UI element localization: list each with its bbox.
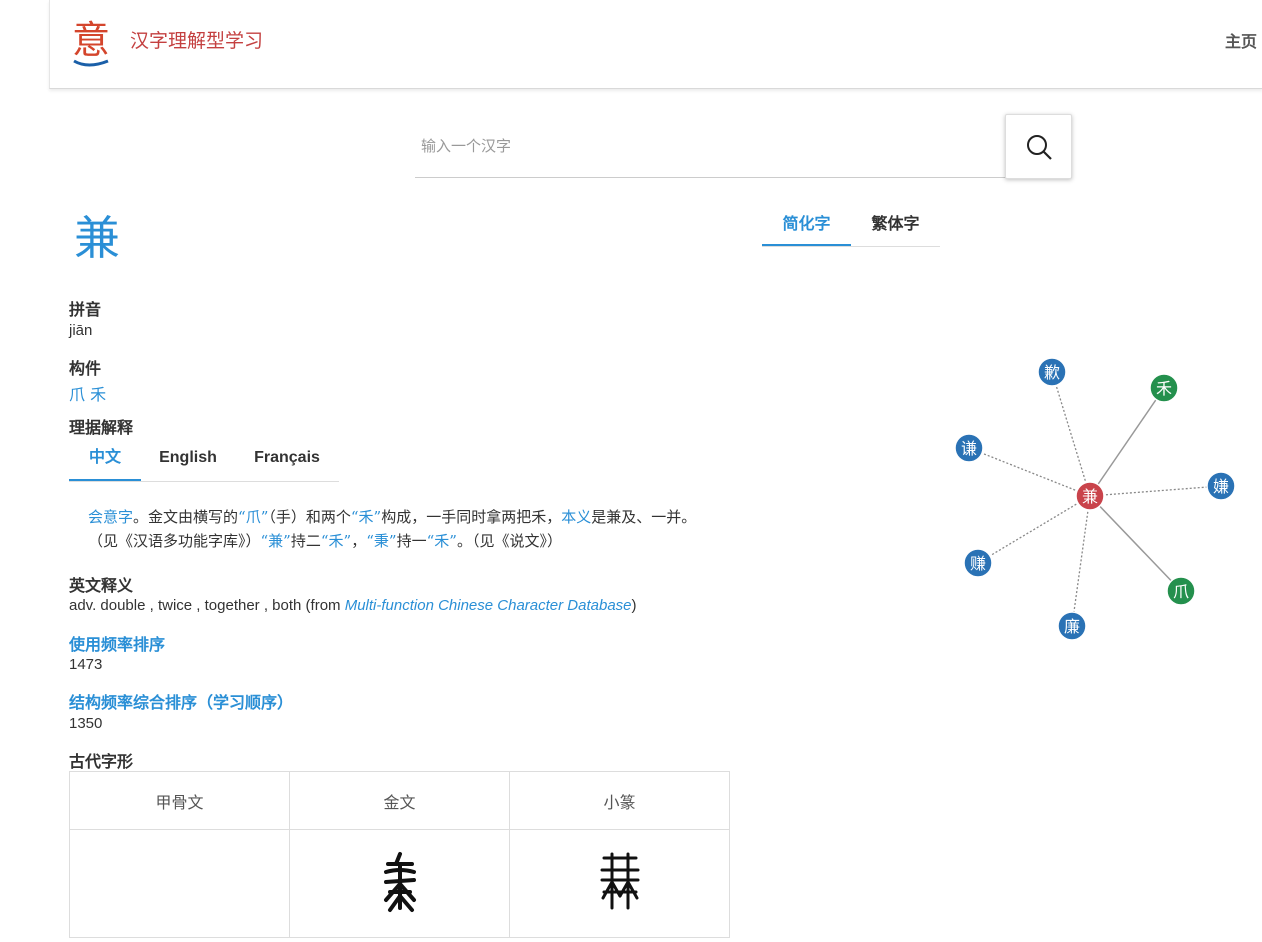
explanation-segment: 。（见《说文》） bbox=[456, 532, 562, 550]
structure-rank-label[interactable]: 结构频率综合排序（学习顺序） bbox=[69, 689, 293, 713]
graph-node-derived[interactable]: 赚 bbox=[963, 548, 993, 578]
ancient-forms-label: 古代字形 bbox=[69, 752, 134, 771]
tab-english[interactable]: English bbox=[149, 440, 227, 479]
structure-rank-value: 1350 bbox=[69, 715, 103, 732]
tab-french[interactable]: Français bbox=[243, 440, 331, 479]
explanation-text: 会意字。金文由横写的“爪”（手）和两个“禾”构成，一手同时拿两把禾，本义是兼及、… bbox=[88, 505, 708, 553]
tab-traditional[interactable]: 繁体字 bbox=[851, 203, 940, 244]
english-label: 英文释义 bbox=[69, 576, 134, 595]
svg-text:嫌: 嫌 bbox=[1213, 477, 1229, 496]
seal-glyph-image bbox=[600, 852, 639, 909]
edge-derived bbox=[977, 495, 1091, 564]
oracle-bone-cell bbox=[69, 829, 290, 938]
search-input[interactable] bbox=[415, 113, 1008, 179]
svg-text:爪: 爪 bbox=[1173, 582, 1189, 601]
graph-node-derived[interactable]: 嫌 bbox=[1206, 471, 1236, 501]
component-link[interactable]: 禾 bbox=[90, 385, 106, 404]
graph-node-derived[interactable]: 歉 bbox=[1037, 357, 1067, 387]
component-link[interactable]: 爪 bbox=[69, 385, 85, 404]
edge-derived bbox=[1051, 371, 1091, 497]
ancient-forms-table: 甲骨文 金文 小篆 bbox=[69, 771, 730, 938]
search-button[interactable] bbox=[1005, 114, 1072, 179]
frequency-value: 1473 bbox=[69, 656, 103, 673]
search-icon bbox=[1027, 135, 1052, 160]
language-tabs: 中文 English Français bbox=[69, 440, 339, 482]
tab-simplified[interactable]: 简化字 bbox=[762, 203, 851, 246]
explanation-label: 理据解释 bbox=[69, 418, 134, 437]
character-glyph: 兼 bbox=[74, 211, 120, 265]
english-text: adv. double , twice , together , both (f… bbox=[69, 597, 345, 614]
site-title[interactable]: 汉字理解型学习 bbox=[130, 26, 263, 53]
script-tabs: 简化字 繁体字 bbox=[762, 203, 940, 247]
bronze-cell bbox=[289, 829, 510, 938]
svg-text:廉: 廉 bbox=[1064, 617, 1080, 636]
char-link[interactable]: “爪” bbox=[238, 508, 268, 526]
seal-header: 小篆 bbox=[509, 771, 730, 830]
nav-home-link[interactable]: 主页 bbox=[1225, 28, 1257, 52]
svg-text:赚: 赚 bbox=[970, 554, 986, 573]
explanation-segment: （手）和两个 bbox=[268, 508, 351, 526]
bronze-header: 金文 bbox=[289, 771, 510, 830]
char-link[interactable]: “秉” bbox=[366, 532, 396, 550]
english-close: ) bbox=[631, 597, 637, 614]
site-logo[interactable]: 意 bbox=[68, 17, 114, 67]
edge-derived bbox=[1071, 495, 1091, 627]
graph-node-derived[interactable]: 廉 bbox=[1057, 611, 1087, 641]
svg-text:歉: 歉 bbox=[1044, 363, 1060, 382]
svg-text:意: 意 bbox=[72, 18, 110, 62]
graph-node-component[interactable]: 禾 bbox=[1149, 373, 1179, 403]
explanation-segment: 。金文由横写的 bbox=[133, 508, 239, 526]
seal-cell bbox=[509, 829, 730, 938]
term-link[interactable]: 本义 bbox=[561, 508, 591, 526]
edge-component bbox=[1089, 495, 1182, 592]
pinyin-value: jiān bbox=[69, 322, 93, 339]
source-link[interactable]: Multi-function Chinese Character Databas… bbox=[345, 597, 632, 614]
character-relation-graph: 兼 禾 爪 歉 谦 嫌 赚 廉 bbox=[954, 357, 1236, 641]
graph-node-center[interactable]: 兼 bbox=[1075, 481, 1105, 511]
graph-node-derived[interactable]: 谦 bbox=[954, 433, 984, 463]
edge-derived bbox=[968, 447, 1091, 497]
components-list: 爪 禾 bbox=[69, 381, 106, 405]
char-link[interactable]: “兼” bbox=[261, 532, 291, 550]
bronze-glyph-image bbox=[383, 851, 416, 912]
char-link[interactable]: “禾” bbox=[351, 508, 381, 526]
svg-text:兼: 兼 bbox=[1082, 487, 1098, 506]
char-link[interactable]: “禾” bbox=[321, 532, 351, 550]
english-definition: adv. double , twice , together , both (f… bbox=[69, 597, 637, 614]
frequency-label[interactable]: 使用频率排序 bbox=[69, 631, 165, 655]
edge-derived bbox=[1089, 485, 1222, 497]
explanation-segment: 构成，一手同时拿两把禾， bbox=[381, 508, 562, 526]
svg-text:禾: 禾 bbox=[1156, 379, 1172, 398]
graph-node-component[interactable]: 爪 bbox=[1166, 576, 1196, 606]
components-label: 构件 bbox=[69, 359, 102, 378]
top-header: 意 汉字理解型学习 主页 bbox=[49, 0, 1262, 89]
search-bar bbox=[415, 113, 1072, 179]
char-link[interactable]: “禾” bbox=[427, 532, 457, 550]
svg-text:谦: 谦 bbox=[961, 439, 977, 458]
explanation-segment: 持一 bbox=[396, 532, 427, 550]
pinyin-label: 拼音 bbox=[69, 300, 102, 319]
explanation-segment: 持二 bbox=[290, 532, 321, 550]
oracle-bone-header: 甲骨文 bbox=[69, 771, 290, 830]
edge-component bbox=[1089, 387, 1165, 497]
term-link[interactable]: 会意字 bbox=[88, 508, 133, 526]
explanation-segment: ， bbox=[351, 532, 367, 550]
tab-chinese[interactable]: 中文 bbox=[69, 440, 141, 481]
